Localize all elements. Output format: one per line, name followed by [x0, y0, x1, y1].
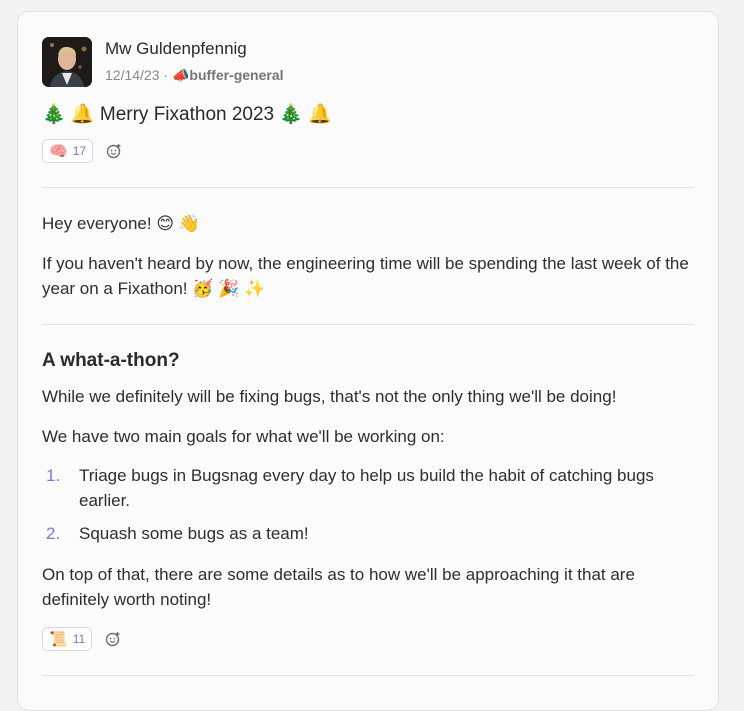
post-date[interactable]: 12/14/23: [105, 67, 160, 83]
divider: [42, 675, 694, 676]
author-name[interactable]: Mw Guldenpfennig: [105, 39, 247, 59]
reaction-bar-top: 🧠 17: [42, 139, 123, 163]
post-title: 🎄 🔔 Merry Fixathon 2023 🎄 🔔: [42, 104, 332, 125]
reaction-count: 11: [72, 632, 86, 646]
post-card: Mw Guldenpfennig 12/14/23 · 📣buffer-gene…: [17, 11, 719, 711]
intro-paragraph: If you haven't heard by now, the enginee…: [42, 254, 689, 298]
reaction-count: 17: [72, 144, 87, 158]
intro-greeting: Hey everyone! 😊 👋: [42, 214, 200, 233]
add-reaction-icon[interactable]: [104, 630, 122, 648]
section-paragraph: While we definitely will be fixing bugs,…: [42, 387, 617, 406]
megaphone-icon: 📣: [171, 67, 190, 83]
list-item-text: Triage bugs in Bugsnag every day to help…: [79, 466, 654, 510]
meta-separator: ·: [163, 67, 169, 83]
avatar[interactable]: [42, 37, 92, 87]
list-item-text: Squash some bugs as a team!: [79, 524, 309, 543]
section-paragraph: We have two main goals for what we'll be…: [42, 427, 445, 446]
section-heading: A what-a-thon?: [42, 350, 180, 371]
scroll-emoji-icon: 📜: [49, 631, 68, 648]
reaction-bar-bottom: 📜 11: [42, 627, 122, 651]
section-paragraph: On top of that, there are some details a…: [42, 565, 635, 609]
post-meta: 12/14/23 · 📣buffer-general: [105, 67, 284, 84]
add-reaction-icon[interactable]: [105, 142, 123, 160]
list-item: 1. Triage bugs in Bugsnag every day to h…: [42, 463, 702, 513]
avatar-image: [42, 37, 92, 87]
list-number: 1.: [46, 466, 61, 485]
reaction-pill[interactable]: 🧠 17: [42, 139, 94, 163]
reaction-pill[interactable]: 📜 11: [42, 627, 93, 651]
channel-link[interactable]: buffer-general: [189, 67, 283, 83]
brain-emoji-icon: 🧠: [49, 143, 68, 160]
list-item: 2. Squash some bugs as a team!: [42, 521, 702, 546]
divider: [42, 324, 694, 325]
goals-list: 1. Triage bugs in Bugsnag every day to h…: [42, 463, 702, 546]
divider: [42, 187, 694, 188]
list-number: 2.: [46, 524, 61, 543]
